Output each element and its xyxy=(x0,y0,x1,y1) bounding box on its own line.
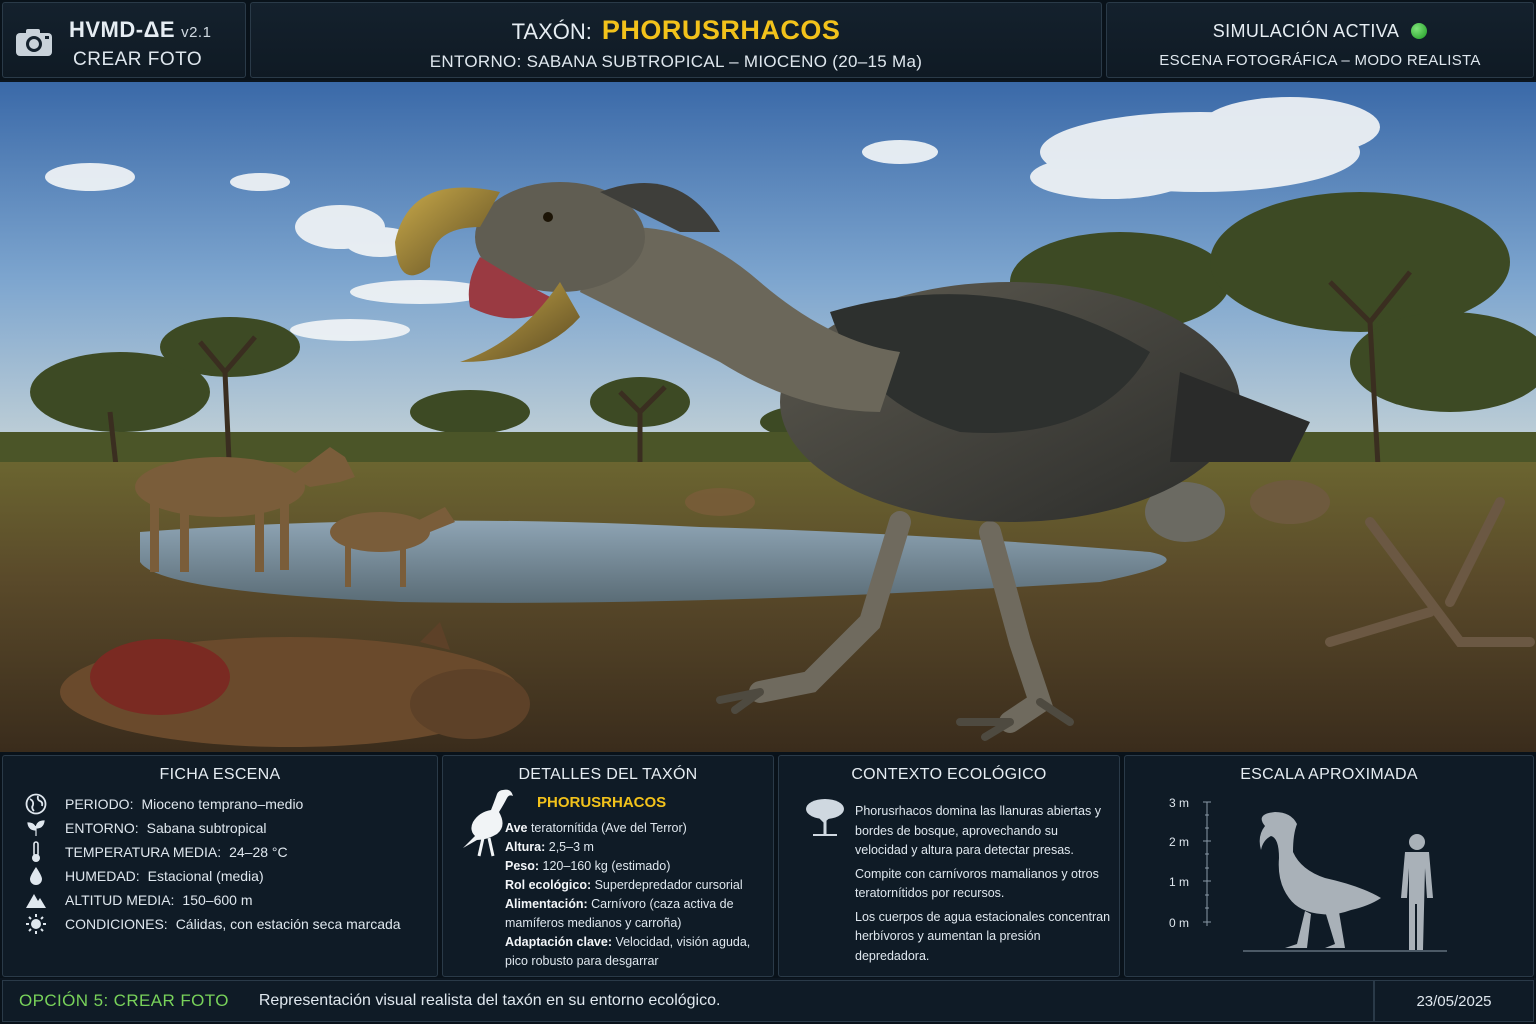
scene-sheet-panel: FICHA ESCENA PERIODO: Mioceno temprano–m… xyxy=(2,755,438,977)
taxon-details-panel: DETALLES DEL TAXÓN PHORUSRHACOS Ave tera… xyxy=(442,755,774,977)
human-silhouette xyxy=(1401,834,1433,950)
scale-tick-2m: 2 m xyxy=(1169,835,1189,849)
fact-weight-value: 120–160 kg (estimado) xyxy=(539,859,671,873)
scene-image xyxy=(0,82,1536,752)
camera-icon xyxy=(16,29,52,56)
scale-panel: ESCALA APROXIMADA 3 m 2 m 1 m 0 m xyxy=(1124,755,1534,977)
environment-label: ENTORNO: SABANA SUBTROPICAL – MIOCENO (2… xyxy=(429,52,923,71)
mode-label: CREAR FOTO xyxy=(73,49,203,70)
mountain-icon xyxy=(23,890,49,910)
drop-icon xyxy=(23,866,49,886)
fact-role: Rol ecológico: Superdepredador cursorial xyxy=(505,876,767,895)
scene-row-altitude: ALTITUD MEDIA: 150–600 m xyxy=(3,888,437,912)
eco-paragraph-1: Phorusrhacos domina las llanuras abierta… xyxy=(855,804,1101,857)
ecological-context-text: Phorusrhacos domina las llanuras abierta… xyxy=(855,802,1113,970)
scale-tick-3m: 3 m xyxy=(1169,796,1189,810)
status-indicator-icon xyxy=(1411,23,1428,39)
scene-row-humidity: HUMEDAD: Estacional (media) xyxy=(3,864,437,888)
leaf-icon xyxy=(23,818,49,838)
app-version: v2.1 xyxy=(181,24,212,41)
fact-height-key: Altura: xyxy=(505,840,546,854)
scale-title: ESCALA APROXIMADA xyxy=(1240,766,1418,783)
taxon-header: TAXÓN: PHORUSRHACOS ENTORNO: SABANA SUBTR… xyxy=(250,2,1102,78)
sun-icon xyxy=(23,914,49,934)
fact-role-value: Superdepredador cursorial xyxy=(591,878,743,892)
ecological-context-panel: CONTEXTO ECOLÓGICO Phorusrhacos domina l… xyxy=(778,755,1120,977)
scene-sheet-title: FICHA ESCENA xyxy=(159,766,281,783)
ecological-context-title: CONTEXTO ECOLÓGICO xyxy=(851,766,1047,783)
scene-row-environment: ENTORNO: Sabana subtropical xyxy=(3,816,437,840)
globe-icon xyxy=(23,793,49,815)
taxon-label: TAXÓN: xyxy=(511,19,592,44)
fact-diet-key: Alimentación: xyxy=(505,897,588,911)
scene-mode-label: ESCENA FOTOGRÁFICA – MODO REALISTA xyxy=(1159,52,1481,69)
taxon-details-name: PHORUSRHACOS xyxy=(537,794,667,811)
fact-adaptation: Adaptación clave: Velocidad, visión agud… xyxy=(505,933,767,971)
status-panel: SIMULACIÓN ACTIVA ESCENA FOTOGRÁFICA – M… xyxy=(1106,2,1534,78)
app-badge[interactable]: HVMD-ΔE v2.1 CREAR FOTO xyxy=(2,2,246,78)
scene-row-conditions: CONDICIONES: Cálidas, con estación seca … xyxy=(3,912,437,936)
scale-tick-0m: 0 m xyxy=(1169,916,1189,930)
environment-key: ENTORNO: xyxy=(65,820,139,836)
bird-silhouette xyxy=(1259,812,1381,948)
option-description: Representación visual realista del taxón… xyxy=(258,992,721,1009)
conditions-key: CONDICIONES: xyxy=(65,916,168,932)
scene-row-temperature: TEMPERATURA MEDIA: 24–28 °C xyxy=(3,840,437,864)
scale-tick-1m: 1 m xyxy=(1169,875,1189,889)
temperature-value: 24–28 °C xyxy=(229,844,288,860)
fact-weight: Peso: 120–160 kg (estimado) xyxy=(505,857,767,876)
scene-row-period: PERIODO: Mioceno temprano–medio xyxy=(3,792,437,816)
fact-weight-key: Peso: xyxy=(505,859,540,873)
altitude-key: ALTITUD MEDIA: xyxy=(65,892,175,908)
taxon-name: PHORUSRHACOS xyxy=(601,15,841,45)
fact-role-key: Rol ecológico: xyxy=(505,878,592,892)
fact-adaptation-key: Adaptación clave: xyxy=(505,935,612,949)
top-bar: HVMD-ΔE v2.1 CREAR FOTO TAXÓN: PHORUSRHACO… xyxy=(0,0,1536,80)
fact-class-value: teratornítida (Ave del Terror) xyxy=(527,821,687,835)
thermometer-icon xyxy=(23,841,49,862)
fact-diet: Alimentación: Carnívoro (caza activa de … xyxy=(505,895,767,933)
humidity-value: Estacional (media) xyxy=(147,868,264,884)
fact-height: Altura: 2,5–3 m xyxy=(505,838,767,857)
conditions-value: Cálidas, con estación seca marcada xyxy=(175,916,401,932)
simulation-status: SIMULACIÓN ACTIVA xyxy=(1212,21,1400,41)
taxon-facts: Ave teratornítida (Ave del Terror) Altur… xyxy=(505,819,767,971)
scale-diagram: 3 m 2 m 1 m 0 m xyxy=(1169,796,1447,952)
environment-value: Sabana subtropical xyxy=(146,820,267,836)
taxon-details-title: DETALLES DEL TAXÓN xyxy=(518,766,698,783)
fact-class: Ave teratornítida (Ave del Terror) xyxy=(505,819,767,838)
bottom-bar: OPCIÓN 5: CREAR FOTO Representación visu… xyxy=(0,980,1536,1024)
period-key: PERIODO: xyxy=(65,796,134,812)
eco-paragraph-2: Compite con carnívoros mamalianos y otro… xyxy=(855,866,1099,901)
fact-class-key: Ave xyxy=(505,821,528,835)
app-brand: HVMD-ΔE v2.1 xyxy=(69,17,211,43)
info-panels: FICHA ESCENA PERIODO: Mioceno temprano–m… xyxy=(0,752,1536,978)
brand-name: HVMD-ΔE xyxy=(69,17,176,42)
period-value: Mioceno temprano–medio xyxy=(141,796,304,812)
fact-height-value: 2,5–3 m xyxy=(545,840,594,854)
footer-option[interactable]: OPCIÓN 5: CREAR FOTO Representación visu… xyxy=(2,980,1374,1022)
humidity-key: HUMEDAD: xyxy=(65,868,140,884)
footer-date: 23/05/2025 xyxy=(1374,980,1534,1022)
option-label: OPCIÓN 5: CREAR FOTO xyxy=(19,991,229,1010)
tree-icon xyxy=(806,799,844,836)
temperature-key: TEMPERATURA MEDIA: xyxy=(65,844,222,860)
eco-paragraph-3: Los cuerpos de agua estacionales concent… xyxy=(855,909,1111,963)
altitude-value: 150–600 m xyxy=(182,892,253,908)
